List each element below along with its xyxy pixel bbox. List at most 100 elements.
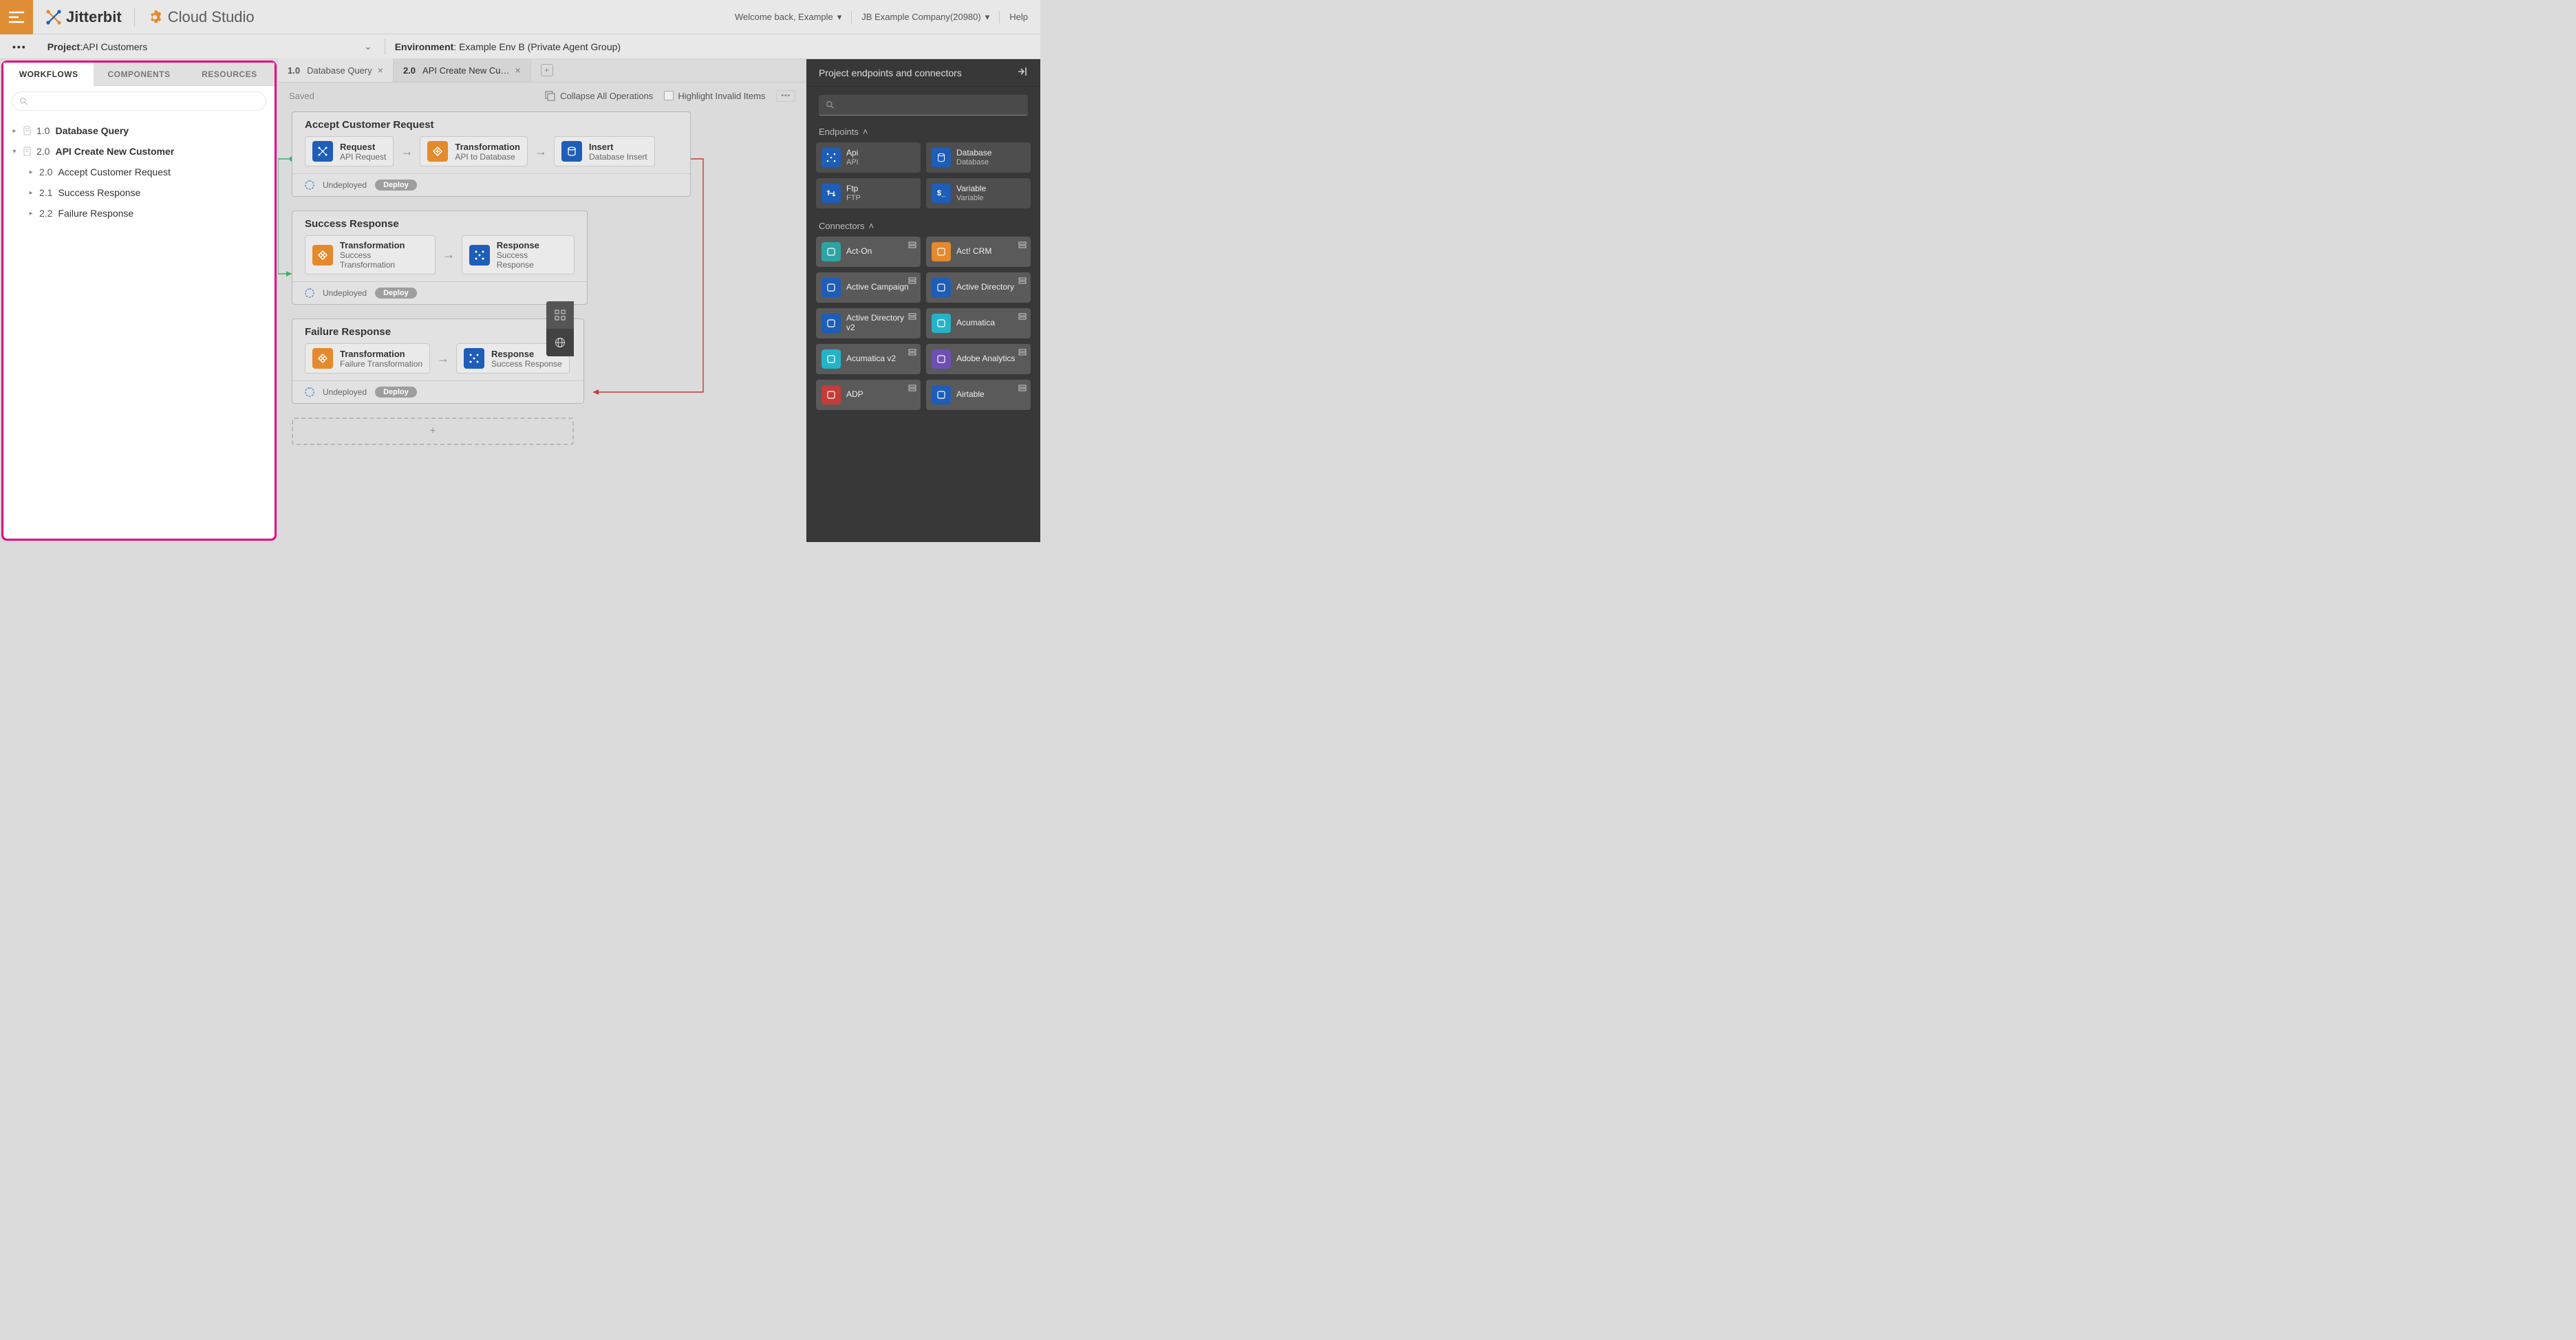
steps-row: TransformationFailure Transformation → R… [292, 343, 583, 380]
step[interactable]: InsertDatabase Insert [554, 136, 655, 166]
pane-tabs: WORKFLOWS COMPONENTS RESOURCES [3, 63, 275, 86]
connector-label: Acumatica v2 [846, 354, 896, 364]
sub-header: ••• Project: API Customers ⌄ Environment… [0, 34, 1040, 59]
highlight-toggle[interactable]: Highlight Invalid Items [664, 91, 765, 101]
tree-child[interactable]: ▸ 2.0 Accept Customer Request [5, 162, 273, 182]
step-title: Transformation [340, 349, 422, 359]
item-num: 2.1 [39, 187, 52, 198]
item-name: Failure Response [58, 208, 133, 219]
arrow-icon: → [437, 352, 449, 366]
step[interactable]: RequestAPI Request [305, 136, 394, 166]
deploy-button[interactable]: Deploy [375, 288, 417, 299]
vsep [851, 11, 852, 23]
step[interactable]: TransformationAPI to Database [420, 136, 528, 166]
connector-icon [822, 314, 841, 333]
welcome-dropdown[interactable]: Welcome back, Example▾ [735, 12, 841, 23]
company-dropdown[interactable]: JB Example Company(20980)▾ [861, 12, 989, 23]
tree-child[interactable]: ▸ 2.1 Success Response [5, 182, 273, 203]
connector-tile[interactable]: Airtable [926, 380, 1031, 410]
connector-tile[interactable]: Acumatica [926, 308, 1031, 338]
menu-button[interactable] [0, 0, 33, 34]
connector-label: Active Directory v2 [846, 314, 915, 333]
response-icon [464, 348, 484, 369]
item-num: 2.0 [36, 146, 50, 157]
file-icon [23, 147, 32, 156]
brand-logo[interactable]: Jitterbit [33, 8, 134, 26]
op-title: Failure Response [292, 319, 583, 343]
connector-icon [822, 385, 841, 404]
item-name: API Create New Customer [55, 146, 174, 157]
endpoint-tile[interactable]: DatabaseDatabase [926, 142, 1031, 173]
operation-card[interactable]: Accept Customer Request RequestAPI Reque… [292, 111, 691, 197]
endpoint-tile[interactable]: $_VariableVariable [926, 178, 1031, 208]
collapse-panel-button[interactable] [1017, 66, 1028, 79]
step[interactable]: TransformationSuccess Transformation [305, 235, 436, 274]
saved-label: Saved [289, 91, 314, 101]
op-status: Undeployed [323, 387, 367, 397]
endpoints-section-toggle[interactable]: Endpoints˄ [806, 121, 1040, 140]
connector-icon [932, 385, 951, 404]
gear-icon [147, 10, 162, 25]
op-footer: Undeployed Deploy [292, 281, 587, 304]
tree-child[interactable]: ▸ 2.2 Failure Response [5, 203, 273, 224]
connector-tile[interactable]: Active Campaign [816, 272, 921, 303]
canvas-tab[interactable]: 2.0API Create New Cu…× [394, 58, 531, 82]
connector-tile[interactable]: Active Directory v2 [816, 308, 921, 338]
right-search-input[interactable] [819, 95, 1028, 116]
step[interactable]: ResponseSuccess Response [462, 235, 575, 274]
project-selector[interactable]: Project: API Customers ⌄ [47, 41, 385, 52]
endpoint-tile[interactable]: ApiAPI [816, 142, 921, 173]
right-panel-header: Project endpoints and connectors [806, 59, 1040, 87]
add-tab-button[interactable]: + [531, 58, 563, 82]
step-sub: API to Database [455, 152, 520, 162]
step[interactable]: TransformationFailure Transformation [305, 343, 430, 374]
tile-sub: FTP [846, 194, 861, 203]
tab-workflows[interactable]: WORKFLOWS [3, 63, 94, 86]
globe-button[interactable] [546, 329, 574, 356]
project-more-button[interactable]: ••• [12, 41, 27, 52]
connector-tile[interactable]: ADP [816, 380, 921, 410]
right-panel-title: Project endpoints and connectors [819, 67, 962, 78]
ftp-icon [822, 184, 841, 203]
connector-tile[interactable]: Act-On [816, 237, 921, 267]
canvas-tab[interactable]: 1.0Database Query× [278, 58, 394, 82]
tree-item[interactable]: ▸ 1.0 Database Query [5, 120, 273, 141]
tab-resources[interactable]: RESOURCES [184, 63, 275, 86]
collapse-icon [545, 90, 556, 101]
item-num: 2.0 [39, 166, 52, 177]
step-sub: Database Insert [589, 152, 647, 162]
deploy-button[interactable]: Deploy [375, 180, 417, 191]
canvas-toolbar: Saved Collapse All Operations Highlight … [278, 83, 806, 109]
pane-search-input[interactable] [12, 91, 266, 111]
app-header: Jitterbit Cloud Studio Welcome back, Exa… [0, 0, 1040, 34]
connector-tile[interactable]: Acumatica v2 [816, 344, 921, 374]
endpoint-tile[interactable]: FtpFTP [816, 178, 921, 208]
connector-tile[interactable]: Act! CRM [926, 237, 1031, 267]
chevron-right-icon: ▸ [27, 210, 35, 217]
tab-name: API Create New Cu… [422, 65, 509, 76]
close-icon[interactable]: × [515, 65, 520, 76]
op-title: Accept Customer Request [292, 112, 690, 136]
close-icon[interactable]: × [378, 65, 383, 76]
add-operation-button[interactable]: + [292, 418, 574, 445]
operation-card[interactable]: Failure Response TransformationFailure T… [292, 318, 584, 404]
collapse-all-button[interactable]: Collapse All Operations [545, 90, 653, 101]
help-link[interactable]: Help [1009, 12, 1028, 22]
tab-components[interactable]: COMPONENTS [94, 63, 184, 86]
tree-item[interactable]: ▾ 2.0 API Create New Customer [5, 141, 273, 162]
connector-tile[interactable]: Adobe Analytics [926, 344, 1031, 374]
env-name: Example Env B (Private Agent Group) [459, 41, 621, 52]
grid-view-button[interactable] [546, 301, 574, 329]
transform-icon [427, 141, 448, 162]
help-text: Help [1009, 12, 1028, 22]
brand-text: Jitterbit [66, 8, 122, 26]
connector-icon [932, 242, 951, 261]
operation-card[interactable]: Success Response TransformationSuccess T… [292, 210, 588, 305]
studio-label[interactable]: Cloud Studio [135, 8, 267, 26]
studio-text: Cloud Studio [168, 8, 255, 26]
tile-name: Variable [956, 184, 986, 193]
more-button[interactable]: ••• [776, 90, 795, 102]
connectors-section-toggle[interactable]: Connectors˄ [806, 215, 1040, 234]
deploy-button[interactable]: Deploy [375, 387, 417, 398]
connector-tile[interactable]: Active Directory [926, 272, 1031, 303]
